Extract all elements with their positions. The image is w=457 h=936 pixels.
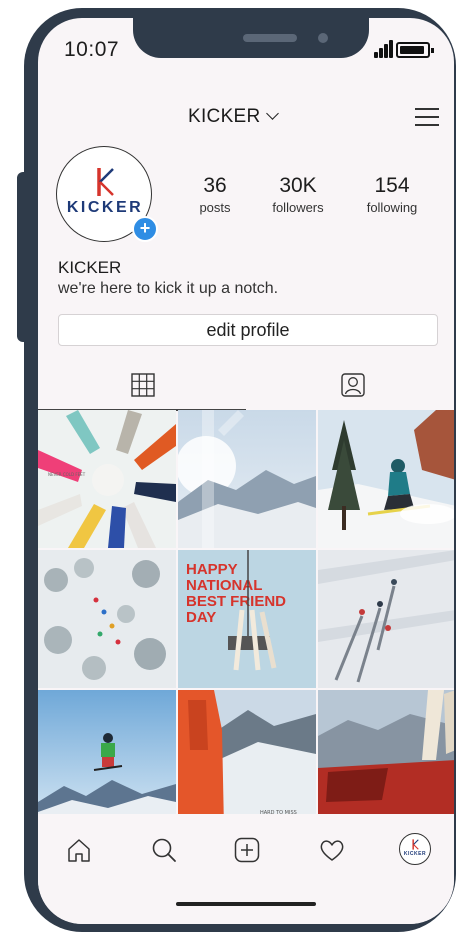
post-tile-best-friend-day[interactable]: HAPPY NATIONAL BEST FRIEND DAY (178, 550, 316, 688)
stat-following[interactable]: 154 following (360, 174, 424, 215)
bottom-nav: KICKER (38, 814, 454, 924)
stat-followers[interactable]: 30K followers (266, 174, 330, 215)
chevron-down-icon (265, 107, 279, 120)
menu-icon[interactable] (415, 106, 439, 126)
post-tile-red-jacket[interactable]: HARD TO MISS (178, 690, 316, 828)
post-tile-valley[interactable] (178, 410, 316, 548)
mini-logo-wordmark: KICKER (403, 851, 427, 857)
status-icons (372, 40, 436, 60)
profile-tab-avatar[interactable]: KICKER (399, 833, 431, 865)
following-count: 154 (374, 174, 410, 197)
signal-bar (384, 44, 388, 58)
phone-screen: 10:07 KICKER KICKER + 36 posts 30K follo… (38, 18, 454, 924)
kicker-logo-mark (97, 168, 114, 196)
signal-bar (374, 52, 378, 58)
add-post-icon[interactable] (233, 836, 261, 864)
search-icon[interactable] (150, 836, 178, 864)
svg-text:BEST FRIEND: BEST FRIEND (186, 593, 286, 610)
battery-icon (396, 42, 430, 58)
home-indicator[interactable] (176, 902, 316, 906)
posts-label: posts (199, 200, 231, 215)
svg-text:NEVER COLD FEET: NEVER COLD FEET (48, 472, 86, 477)
home-icon[interactable] (65, 836, 93, 864)
kicker-logo-mark-small (412, 839, 419, 850)
followers-count: 30K (279, 174, 317, 197)
stat-posts[interactable]: 36 posts (198, 174, 232, 215)
signal-bar (379, 48, 383, 58)
post-tile-aerial-skiers[interactable] (318, 550, 454, 688)
username-switcher[interactable]: KICKER (188, 106, 279, 128)
username-label: KICKER (188, 106, 261, 127)
add-story-button[interactable]: + (132, 216, 158, 242)
front-camera (318, 33, 328, 43)
post-tile-socks[interactable]: NEVER COLD FEET (38, 410, 176, 548)
followers-label: followers (272, 200, 324, 215)
svg-text:DAY: DAY (186, 609, 216, 626)
svg-text:HAPPY: HAPPY (186, 561, 238, 578)
heart-icon[interactable] (318, 836, 346, 864)
tagged-icon[interactable] (340, 372, 366, 398)
signal-bar (389, 40, 393, 58)
following-label: following (366, 200, 418, 215)
speaker (243, 34, 297, 42)
post-tile-skier-powder[interactable] (318, 410, 454, 548)
profile-name: KICKER (58, 258, 122, 277)
post-tile-car-skis[interactable] (318, 690, 454, 828)
posts-count: 36 (203, 174, 227, 197)
logo-wordmark: KICKER (66, 199, 144, 216)
post-tile-aerial-trees[interactable] (38, 550, 176, 688)
posts-grid: NEVER COLD FEET HAPPY NATIONAL BEST FRIE… (38, 410, 454, 828)
svg-text:NATIONAL: NATIONAL (186, 577, 262, 594)
edit-profile-button[interactable]: edit profile (58, 314, 438, 346)
grid-icon[interactable] (130, 372, 156, 398)
post-tile-skier-jump[interactable] (38, 690, 176, 828)
status-time: 10:07 (64, 38, 120, 61)
profile-bio: we're here to kick it up a notch. (58, 280, 279, 297)
